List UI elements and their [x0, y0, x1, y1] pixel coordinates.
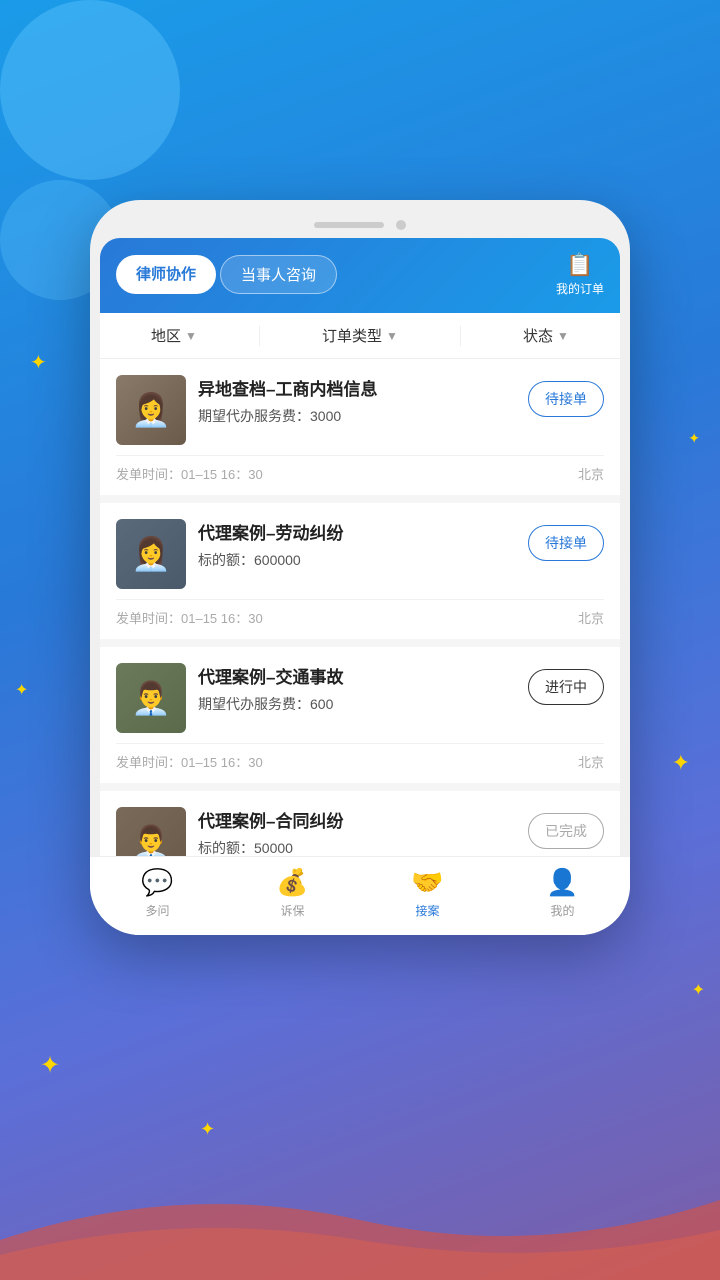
filter-status-arrow: ▼ — [557, 329, 569, 343]
case-action-3: 进行中 — [528, 669, 604, 705]
filter-status[interactable]: 状态 ▼ — [523, 325, 569, 346]
case-footer-3: 发单时间：01–15 16：30 北京 — [116, 743, 604, 771]
nav-item-accept[interactable]: 🤝 接案 — [393, 867, 463, 919]
nav-item-mine[interactable]: 👤 我的 — [528, 867, 598, 919]
phone-top-bar — [100, 220, 620, 230]
filter-type-arrow: ▼ — [386, 329, 398, 343]
tab-party-consultation[interactable]: 当事人咨询 — [220, 255, 337, 294]
filter-divider-2 — [460, 326, 461, 346]
case-detail-1: 期望代办服务费：3000 — [198, 406, 516, 426]
filter-bar: 地区 ▼ 订单类型 ▼ 状态 ▼ — [100, 313, 620, 359]
bg-decoration-circle1 — [0, 0, 180, 180]
case-info-3: 代理案例–交通事故 期望代办服务费：600 — [198, 663, 516, 714]
my-orders-button[interactable]: 📋 我的订单 — [556, 252, 604, 297]
case-footer-1: 发单时间：01–15 16：30 北京 — [116, 455, 604, 483]
case-action-4: 已完成 — [528, 813, 604, 849]
case-info-2: 代理案例–劳动纠纷 标的额：600000 — [198, 519, 516, 570]
case-item-2[interactable]: 👩‍💼 代理案例–劳动纠纷 标的额：600000 待接单 发单时间：01–15 … — [100, 503, 620, 639]
case-footer-2: 发单时间：01–15 16：30 北京 — [116, 599, 604, 627]
filter-divider-1 — [259, 326, 260, 346]
filter-order-type[interactable]: 订单类型 ▼ — [322, 325, 398, 346]
avatar-3: 👨‍💼 — [116, 663, 186, 733]
nav-icon-claim: 💰 — [276, 867, 308, 898]
nav-icon-mine: 👤 — [546, 867, 578, 898]
tab-group: 律师协作 当事人咨询 — [116, 255, 337, 294]
nav-label-ask: 多问 — [145, 902, 169, 919]
bottom-nav: 💬 多问 💰 诉保 🤝 接案 👤 我的 — [100, 856, 620, 935]
status-btn-4[interactable]: 已完成 — [528, 813, 604, 849]
case-list: 👩‍💼 异地查档–工商内档信息 期望代办服务费：3000 待接单 发单时间：01… — [100, 359, 620, 927]
case-detail-2: 标的额：600000 — [198, 550, 516, 570]
phone-speaker — [314, 222, 384, 228]
star-decoration-mr: ✦ — [672, 750, 690, 776]
case-action-1: 待接单 — [528, 381, 604, 417]
case-info-4: 代理案例–合同纠纷 标的额：50000 — [198, 807, 516, 858]
case-item-3[interactable]: 👨‍💼 代理案例–交通事故 期望代办服务费：600 进行中 发单时间：01–15… — [100, 647, 620, 783]
nav-item-claim[interactable]: 💰 诉保 — [258, 867, 328, 919]
avatar-2: 👩‍💼 — [116, 519, 186, 589]
avatar-1: 👩‍💼 — [116, 375, 186, 445]
case-location-3: 北京 — [578, 752, 604, 771]
tab-lawyer-cooperation[interactable]: 律师协作 — [116, 255, 216, 294]
case-location-2: 北京 — [578, 608, 604, 627]
nav-item-ask[interactable]: 💬 多问 — [123, 867, 193, 919]
my-orders-label: 我的订单 — [556, 280, 604, 297]
filter-region-arrow: ▼ — [185, 329, 197, 343]
app-header: 律师协作 当事人咨询 📋 我的订单 — [100, 238, 620, 313]
app-content: 律师协作 当事人咨询 📋 我的订单 地区 ▼ 订单类型 ▼ — [100, 238, 620, 935]
order-icon: 📋 — [566, 252, 593, 278]
case-main-2: 👩‍💼 代理案例–劳动纠纷 标的额：600000 待接单 — [116, 519, 604, 589]
phone-camera — [396, 220, 406, 230]
case-item-1[interactable]: 👩‍💼 异地查档–工商内档信息 期望代办服务费：3000 待接单 发单时间：01… — [100, 359, 620, 495]
case-title-4: 代理案例–合同纠纷 — [198, 807, 516, 832]
nav-label-mine: 我的 — [550, 902, 574, 919]
case-title-2: 代理案例–劳动纠纷 — [198, 519, 516, 544]
status-btn-2[interactable]: 待接单 — [528, 525, 604, 561]
status-btn-1[interactable]: 待接单 — [528, 381, 604, 417]
case-time-2: 发单时间：01–15 16：30 — [116, 608, 263, 627]
case-location-1: 北京 — [578, 464, 604, 483]
star-decoration-br: ✦ — [692, 980, 705, 1000]
case-detail-3: 期望代办服务费：600 — [198, 694, 516, 714]
star-decoration-bl: ✦ — [40, 1051, 60, 1080]
star-decoration-ml: ✦ — [15, 680, 28, 700]
case-time-1: 发单时间：01–15 16：30 — [116, 464, 263, 483]
phone-mockup: 律师协作 当事人咨询 📋 我的订单 地区 ▼ 订单类型 ▼ — [90, 200, 630, 935]
star-decoration-bbl: ✦ — [200, 1119, 215, 1140]
status-btn-3[interactable]: 进行中 — [528, 669, 604, 705]
case-title-1: 异地查档–工商内档信息 — [198, 375, 516, 400]
case-info-1: 异地查档–工商内档信息 期望代办服务费：3000 — [198, 375, 516, 426]
case-time-3: 发单时间：01–15 16：30 — [116, 752, 263, 771]
case-title-3: 代理案例–交通事故 — [198, 663, 516, 688]
case-main-1: 👩‍💼 异地查档–工商内档信息 期望代办服务费：3000 待接单 — [116, 375, 604, 445]
nav-icon-ask: 💬 — [141, 867, 173, 898]
case-main-3: 👨‍💼 代理案例–交通事故 期望代办服务费：600 进行中 — [116, 663, 604, 733]
case-action-2: 待接单 — [528, 525, 604, 561]
filter-region[interactable]: 地区 ▼ — [151, 325, 197, 346]
wave-decoration — [0, 1160, 720, 1280]
nav-icon-accept: 🤝 — [411, 867, 443, 898]
case-detail-4: 标的额：50000 — [198, 838, 516, 858]
nav-label-accept: 接案 — [415, 902, 439, 919]
nav-label-claim: 诉保 — [280, 902, 304, 919]
